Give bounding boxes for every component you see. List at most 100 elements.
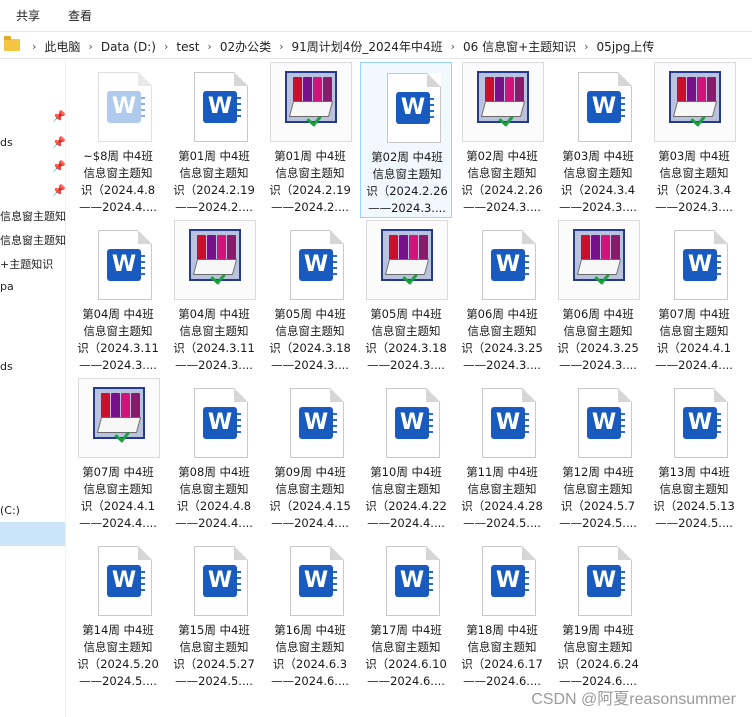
pin-icon: 📌 [52, 136, 66, 149]
word-w-icon: W [299, 565, 333, 597]
file-item[interactable]: W 第08周 中4班 信息窗主题知 识（2024.4.8 ——2024.4.... [168, 378, 260, 534]
sidebar-item[interactable]: +主题知识 [0, 256, 53, 272]
word-doc-icon: W [456, 536, 548, 622]
file-name: 第01周 中4班 信息窗主题知 识（2024.2.19 ——2024.2.... [264, 148, 356, 216]
file-item[interactable]: W 第06周 中4班 信息窗主题知 识（2024.3.25 ——2024.3.... [456, 220, 548, 376]
file-name-line: 第04周 中4班 [178, 307, 250, 321]
file-name-line: 识（2024.3.4 [560, 183, 636, 197]
tab-view[interactable]: 查看 [68, 7, 92, 24]
file-item[interactable]: W 第10周 中4班 信息窗主题知 识（2024.4.22 ——2024.4.... [360, 378, 452, 534]
file-item[interactable]: W 第19周 中4班 信息窗主题知 识（2024.6.24 ——2024.6.... [552, 536, 644, 692]
word-w-icon: W [203, 407, 237, 439]
file-item[interactable]: 第07周 中4班 信息窗主题知 识（2024.4.1 ——2024.4.... [72, 378, 164, 534]
crumb-this-pc[interactable]: 此电脑 [44, 38, 80, 55]
file-item[interactable]: W 第18周 中4班 信息窗主题知 识（2024.6.17 ——2024.6.... [456, 536, 548, 692]
file-item[interactable]: W 第01周 中4班 信息窗主题知 识（2024.2.19 ——2024.2.... [168, 62, 260, 218]
file-item[interactable]: 第04周 中4班 信息窗主题知 识（2024.3.11 ——2024.3.... [168, 220, 260, 376]
breadcrumb: › 此电脑 › Data (D:) › test › 02办公类 › 91周计划… [24, 38, 654, 55]
sidebar-item[interactable]: ds [0, 136, 13, 149]
file-name: 第06周 中4班 信息窗主题知 识（2024.3.25 ——2024.3.... [456, 306, 548, 374]
crumb-info-window[interactable]: 06 信息窗+主题知识 [463, 38, 576, 55]
sidebar-item[interactable]: 信息窗主题知 [0, 232, 65, 248]
file-name-line: 第12周 中4班 [562, 465, 634, 479]
file-name-line: 识（2024.3.18 [365, 341, 447, 355]
file-item[interactable]: W 第17周 中4班 信息窗主题知 识（2024.6.10 ——2024.6.... [360, 536, 452, 692]
word-doc-icon: W [456, 378, 548, 464]
sidebar-item[interactable]: pa [0, 280, 14, 293]
file-name-line: 信息窗主题知 [563, 324, 633, 338]
file-name-line: 第11周 中4班 [466, 465, 538, 479]
file-name-line: ——2024.4.... [271, 516, 349, 530]
word-w-icon: W [203, 565, 237, 597]
crumb-office[interactable]: 02办公类 [220, 38, 271, 55]
file-item[interactable]: W 第13周 中4班 信息窗主题知 识（2024.5.13 ——2024.5.... [648, 378, 740, 534]
file-item[interactable]: W 第07周 中4班 信息窗主题知 识（2024.4.1 ——2024.4.... [648, 220, 740, 376]
file-item[interactable]: W ~$8周 中4班 信息窗主题知 识（2024.4.8 ——2024.4.... [72, 62, 164, 218]
word-doc-icon: W [72, 536, 164, 622]
chevron-right-icon[interactable]: › [451, 40, 455, 53]
file-item[interactable]: W 第03周 中4班 信息窗主题知 识（2024.3.4 ——2024.3.... [552, 62, 644, 218]
file-name-line: 信息窗主题知 [371, 640, 441, 654]
file-name: 第11周 中4班 信息窗主题知 识（2024.4.28 ——2024.5.... [456, 464, 548, 532]
file-item[interactable]: W 第11周 中4班 信息窗主题知 识（2024.4.28 ——2024.5.... [456, 378, 548, 534]
word-w-icon: W [491, 407, 525, 439]
word-doc-icon: W [456, 220, 548, 306]
file-name-line: ——2024.5.... [463, 516, 541, 530]
file-name-line: 第06周 中4班 [562, 307, 634, 321]
file-item[interactable]: W 第16周 中4班 信息窗主题知 识（2024.6.3 ——2024.6.... [264, 536, 356, 692]
file-item[interactable]: 第01周 中4班 信息窗主题知 识（2024.2.19 ——2024.2.... [264, 62, 356, 218]
file-item[interactable]: W 第02周 中4班 信息窗主题知 识（2024.2.26 ——2024.3.... [360, 62, 452, 218]
file-item[interactable]: W 第05周 中4班 信息窗主题知 识（2024.3.18 ——2024.3.... [264, 220, 356, 376]
file-item[interactable]: 第02周 中4班 信息窗主题知 识（2024.2.26 ——2024.3.... [456, 62, 548, 218]
file-name-line: 第04周 中4班 [82, 307, 154, 321]
sidebar-selection[interactable] [0, 522, 65, 546]
file-item[interactable]: W 第12周 中4班 信息窗主题知 识（2024.5.7 ——2024.5.... [552, 378, 644, 534]
file-name-line: ——2024.3.... [559, 200, 637, 214]
word-doc-icon: W [648, 220, 740, 306]
file-name-line: 第05周 中4班 [370, 307, 442, 321]
word-w-icon: W [683, 407, 717, 439]
file-name-line: 第14周 中4班 [82, 623, 154, 637]
sidebar-item-drive-c[interactable]: (C:) [0, 504, 20, 517]
sidebar-item[interactable]: ds [0, 360, 13, 373]
chevron-right-icon[interactable]: › [279, 40, 283, 53]
word-doc-icon: W [168, 378, 260, 464]
tab-share[interactable]: 共享 [16, 7, 40, 24]
file-name-line: 识（2024.4.1 [656, 341, 732, 355]
crumb-test[interactable]: test [176, 40, 199, 54]
word-doc-icon: W [264, 378, 356, 464]
file-item[interactable]: 第03周 中4班 信息窗主题知 识（2024.3.4 ——2024.3.... [648, 62, 740, 218]
file-name-line: ——2024.3.... [271, 358, 349, 372]
file-name: 第07周 中4班 信息窗主题知 识（2024.4.1 ——2024.4.... [648, 306, 740, 374]
file-name-line: 第15周 中4班 [178, 623, 250, 637]
ribbon: 共享 查看 [0, 0, 752, 30]
word-doc-icon: W [168, 62, 260, 148]
chevron-right-icon[interactable]: › [32, 40, 36, 53]
file-name-line: 信息窗主题知 [275, 482, 345, 496]
crumb-jpg-upload[interactable]: 05jpg上传 [597, 38, 655, 55]
crumb-weekly-plan[interactable]: 91周计划4份_2024年中4班 [292, 38, 443, 55]
chevron-right-icon[interactable]: › [584, 40, 588, 53]
file-name: 第05周 中4班 信息窗主题知 识（2024.3.18 ——2024.3.... [264, 306, 356, 374]
file-name-line: 信息窗主题知 [275, 324, 345, 338]
file-item[interactable]: W 第14周 中4班 信息窗主题知 识（2024.5.20 ——2024.5.... [72, 536, 164, 692]
chevron-right-icon[interactable]: › [207, 40, 211, 53]
file-item[interactable]: W 第15周 中4班 信息窗主题知 识（2024.5.27 ——2024.5.... [168, 536, 260, 692]
file-name-line: 识（2024.4.15 [269, 499, 351, 513]
file-name: 第03周 中4班 信息窗主题知 识（2024.3.4 ——2024.3.... [552, 148, 644, 216]
file-item[interactable]: 第06周 中4班 信息窗主题知 识（2024.3.25 ——2024.3.... [552, 220, 644, 376]
image-thumbnail [360, 220, 452, 306]
address-bar[interactable]: › 此电脑 › Data (D:) › test › 02办公类 › 91周计划… [0, 31, 752, 59]
crumb-data-d[interactable]: Data (D:) [101, 40, 156, 54]
file-item[interactable]: 第05周 中4班 信息窗主题知 识（2024.3.18 ——2024.3.... [360, 220, 452, 376]
chevron-right-icon[interactable]: › [88, 40, 92, 53]
sidebar-item[interactable]: 信息窗主题知 [0, 208, 65, 224]
file-name: 第07周 中4班 信息窗主题知 识（2024.4.1 ——2024.4.... [72, 464, 164, 532]
word-w-icon: W [107, 565, 141, 597]
word-w-icon: W [491, 565, 525, 597]
file-name: 第02周 中4班 信息窗主题知 识（2024.2.26 ——2024.3.... [456, 148, 548, 216]
file-name-line: ——2024.4.... [367, 516, 445, 530]
chevron-right-icon[interactable]: › [164, 40, 168, 53]
file-item[interactable]: W 第04周 中4班 信息窗主题知 识（2024.3.11 ——2024.3.... [72, 220, 164, 376]
file-item[interactable]: W 第09周 中4班 信息窗主题知 识（2024.4.15 ——2024.4.... [264, 378, 356, 534]
